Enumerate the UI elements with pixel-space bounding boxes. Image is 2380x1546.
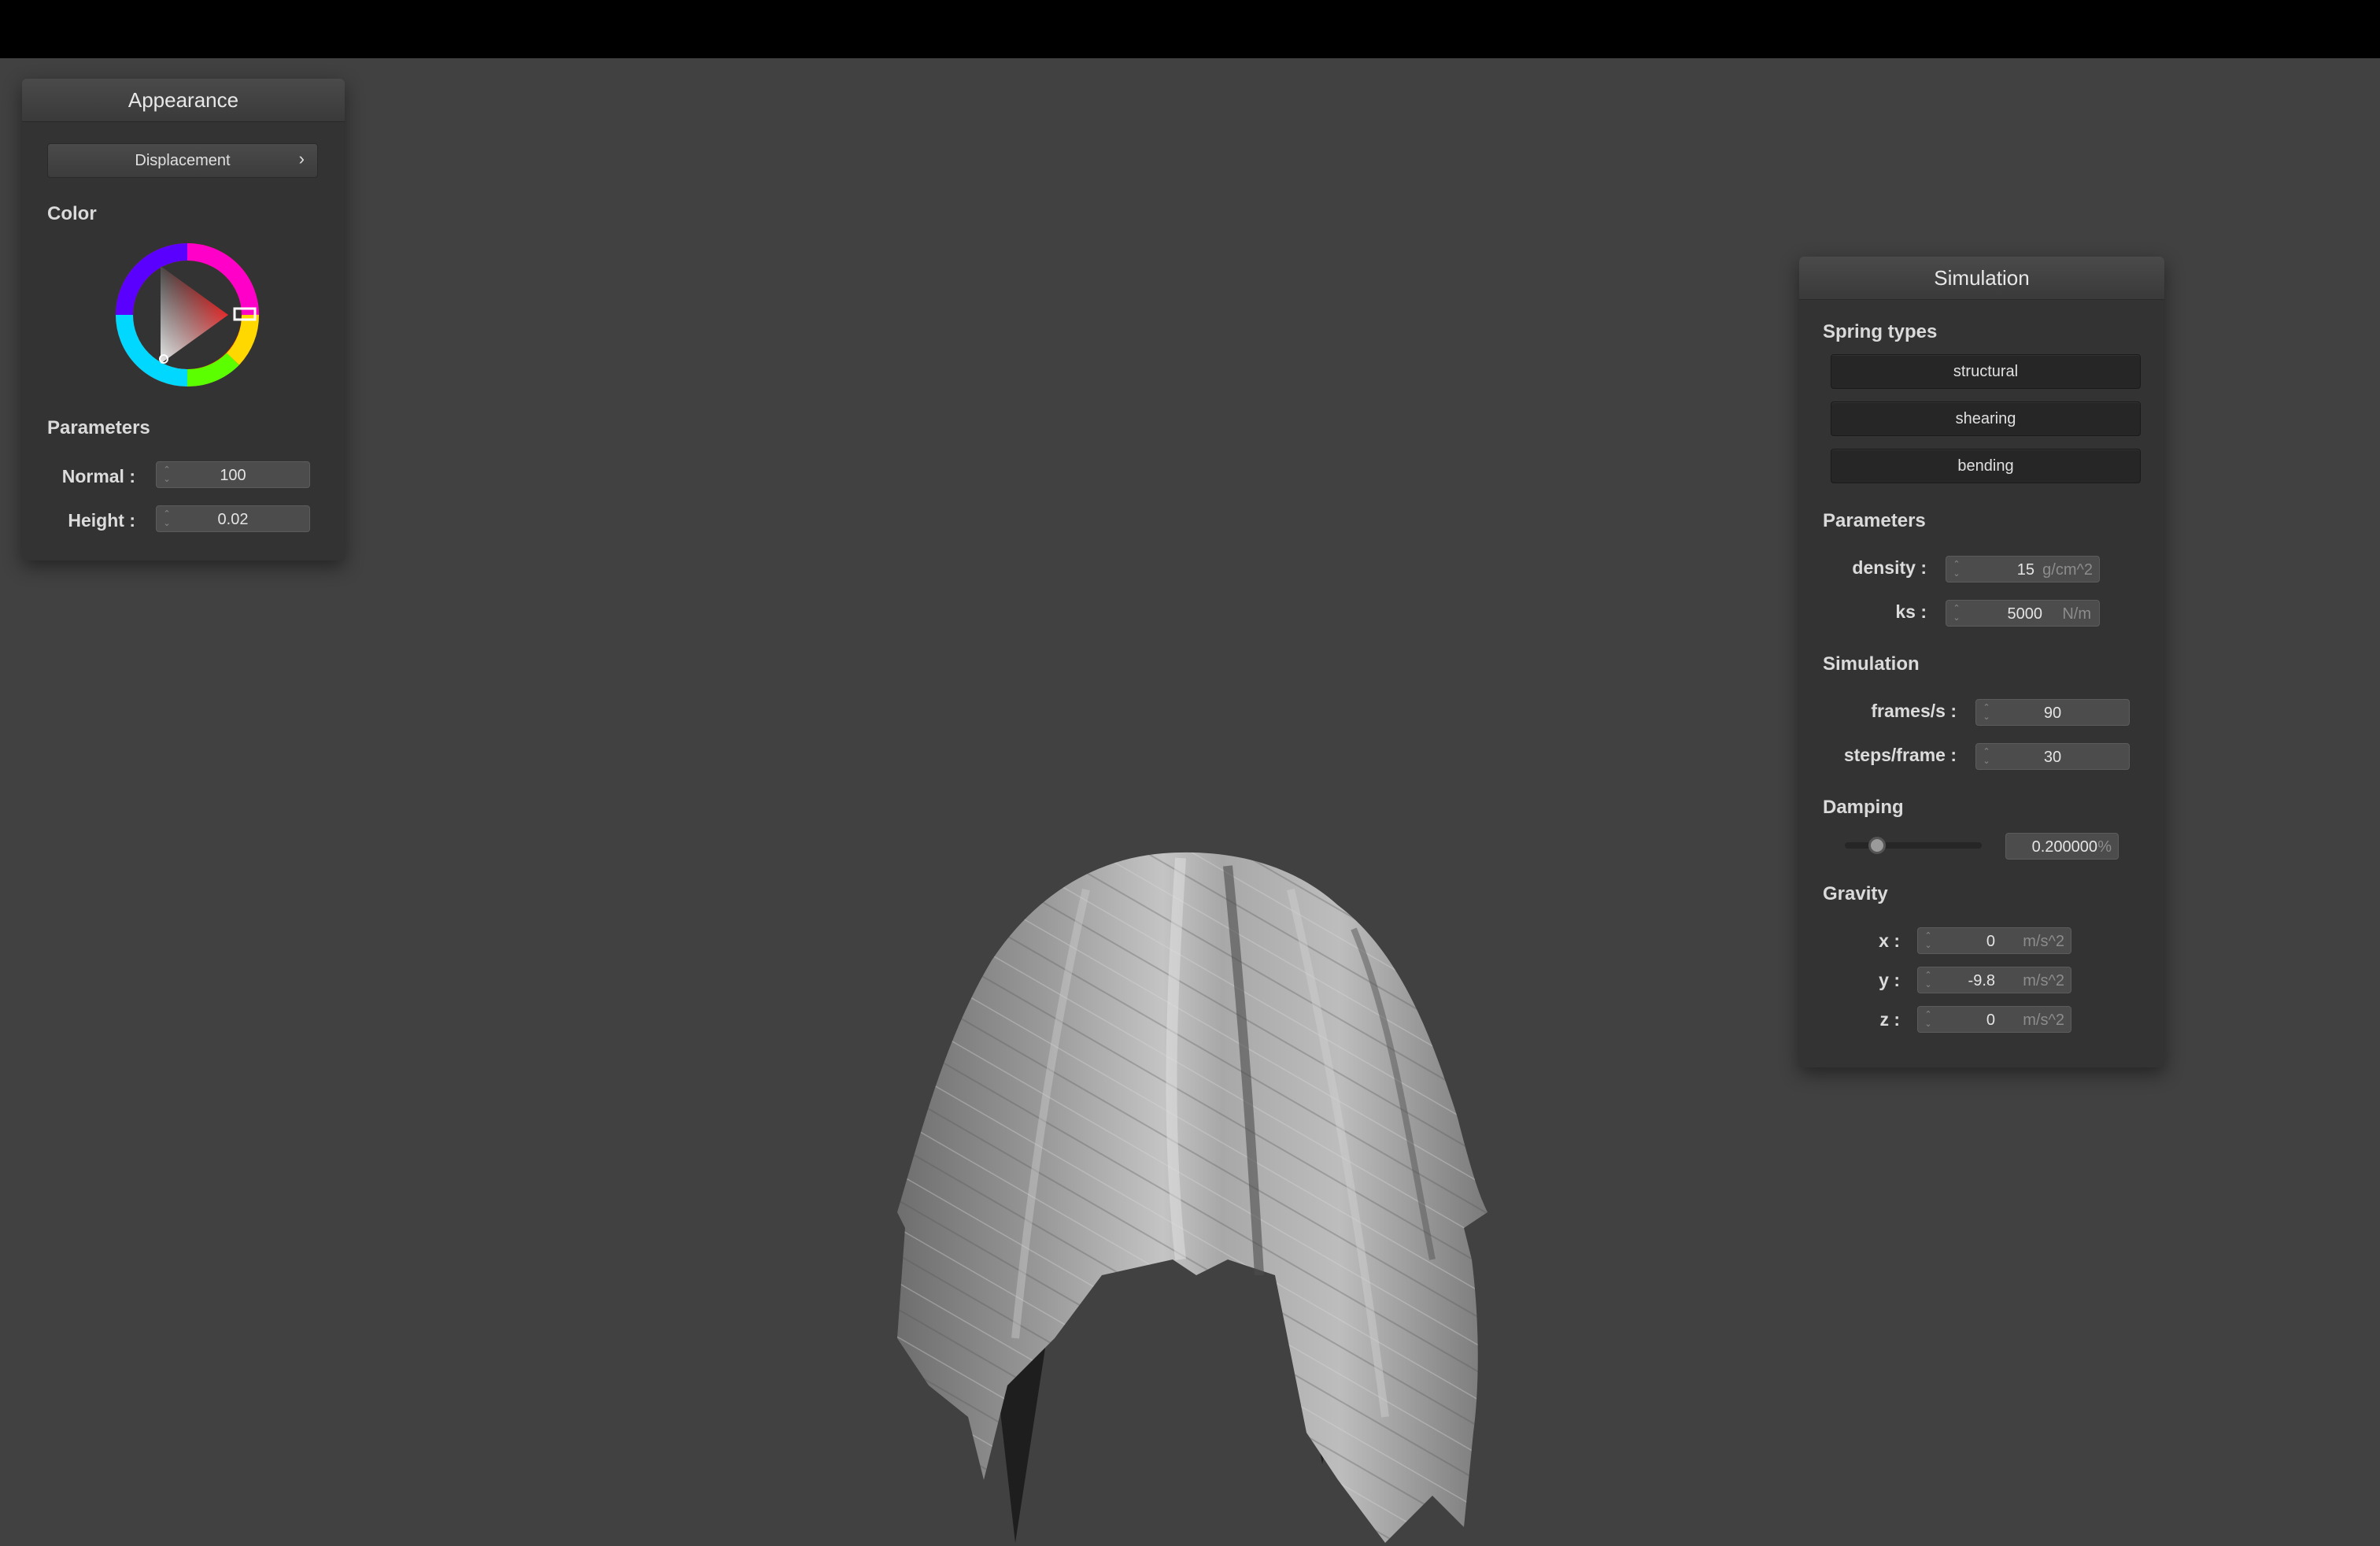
steps-per-frame-input[interactable]: ⌃ ⌄ 30 bbox=[1975, 743, 2130, 770]
damping-unit: % bbox=[2097, 838, 2112, 856]
simulation-panel: Simulation Spring types structural shear… bbox=[1799, 257, 2164, 1067]
gravity-z-label: z : bbox=[1879, 1009, 1900, 1030]
height-label: Height : bbox=[68, 510, 135, 531]
gravity-x-unit: m/s^2 bbox=[2023, 933, 2064, 950]
gravity-z-value: 0 bbox=[1986, 1012, 1995, 1029]
color-wheel-graphic bbox=[116, 243, 260, 387]
ks-label: ks : bbox=[1895, 601, 1927, 622]
gravity-y-input[interactable]: ⌃ ⌄ -9.8 m/s^2 bbox=[1917, 967, 2071, 993]
gravity-x-label: x : bbox=[1879, 930, 1900, 951]
simulation-section-label: Simulation bbox=[1823, 653, 1920, 675]
density-input[interactable]: ⌃ ⌄ 15 g/cm^2 bbox=[1946, 556, 2100, 583]
color-section-label: Color bbox=[47, 203, 97, 224]
spin-arrows-icon[interactable]: ⌃ ⌄ bbox=[1951, 604, 1962, 623]
sim-parameters-label: Parameters bbox=[1823, 510, 1926, 531]
normal-input[interactable]: ⌃ ⌄ 100 bbox=[156, 461, 310, 488]
normal-label: Normal : bbox=[61, 466, 135, 486]
ks-value: 5000 bbox=[2007, 605, 2043, 623]
density-label: density : bbox=[1852, 557, 1927, 578]
spring-types-label: Spring types bbox=[1823, 321, 1938, 342]
color-wheel[interactable] bbox=[115, 242, 260, 387]
damping-slider-handle[interactable] bbox=[1868, 837, 1886, 854]
height-input[interactable]: ⌃ ⌄ 0.02 bbox=[156, 505, 310, 532]
structural-button[interactable]: structural bbox=[1831, 354, 2141, 389]
density-value: 15 bbox=[2016, 561, 2034, 579]
appearance-parameters-label: Parameters bbox=[47, 417, 150, 438]
gravity-z-input[interactable]: ⌃ ⌄ 0 m/s^2 bbox=[1917, 1006, 2071, 1033]
spin-arrows-icon[interactable]: ⌃ ⌄ bbox=[1923, 971, 1934, 989]
damping-label: Damping bbox=[1823, 797, 1904, 818]
damping-value: 0.200000 bbox=[2031, 838, 2097, 856]
ks-unit: N/m bbox=[2062, 605, 2091, 623]
gravity-y-value: -9.8 bbox=[1968, 972, 1995, 989]
gravity-x-value: 0 bbox=[1986, 933, 1995, 950]
gravity-z-unit: m/s^2 bbox=[2023, 1012, 2064, 1029]
height-value: 0.02 bbox=[217, 511, 249, 528]
gravity-y-unit: m/s^2 bbox=[2023, 972, 2064, 989]
appearance-mode-dropdown[interactable]: Displacement › bbox=[47, 143, 318, 178]
normal-value: 100 bbox=[220, 467, 246, 484]
shearing-button[interactable]: shearing bbox=[1831, 401, 2141, 436]
density-unit: g/cm^2 bbox=[2042, 561, 2093, 579]
top-bar bbox=[0, 0, 2380, 58]
appearance-panel: Appearance Displacement › Color Paramete… bbox=[22, 79, 345, 560]
gravity-y-label: y : bbox=[1879, 970, 1900, 990]
spin-arrows-icon[interactable]: ⌃ ⌄ bbox=[1923, 931, 1934, 950]
damping-slider[interactable] bbox=[1845, 836, 1982, 855]
damping-slider-track bbox=[1845, 842, 1982, 849]
steps-per-frame-label: steps/frame : bbox=[1843, 745, 1957, 765]
frames-per-s-input[interactable]: ⌃ ⌄ 90 bbox=[1975, 699, 2130, 726]
spin-arrows-icon[interactable]: ⌃ ⌄ bbox=[1951, 560, 1962, 579]
chevron-right-icon: › bbox=[298, 149, 305, 168]
bending-button[interactable]: bending bbox=[1831, 449, 2141, 483]
steps-per-frame-value: 30 bbox=[2043, 749, 2062, 766]
simulation-panel-title: Simulation bbox=[1799, 257, 2164, 300]
frames-per-s-value: 90 bbox=[2043, 705, 2062, 722]
gravity-x-input[interactable]: ⌃ ⌄ 0 m/s^2 bbox=[1917, 927, 2071, 954]
frames-per-s-label: frames/s : bbox=[1871, 701, 1957, 721]
appearance-mode-label: Displacement bbox=[135, 152, 231, 169]
damping-input[interactable]: 0.200000 % bbox=[2005, 833, 2119, 860]
spin-arrows-icon[interactable]: ⌃ ⌄ bbox=[1923, 1010, 1934, 1029]
ks-input[interactable]: ⌃ ⌄ 5000 N/m bbox=[1946, 600, 2100, 627]
gravity-label: Gravity bbox=[1823, 883, 1888, 904]
appearance-panel-title: Appearance bbox=[22, 79, 345, 122]
